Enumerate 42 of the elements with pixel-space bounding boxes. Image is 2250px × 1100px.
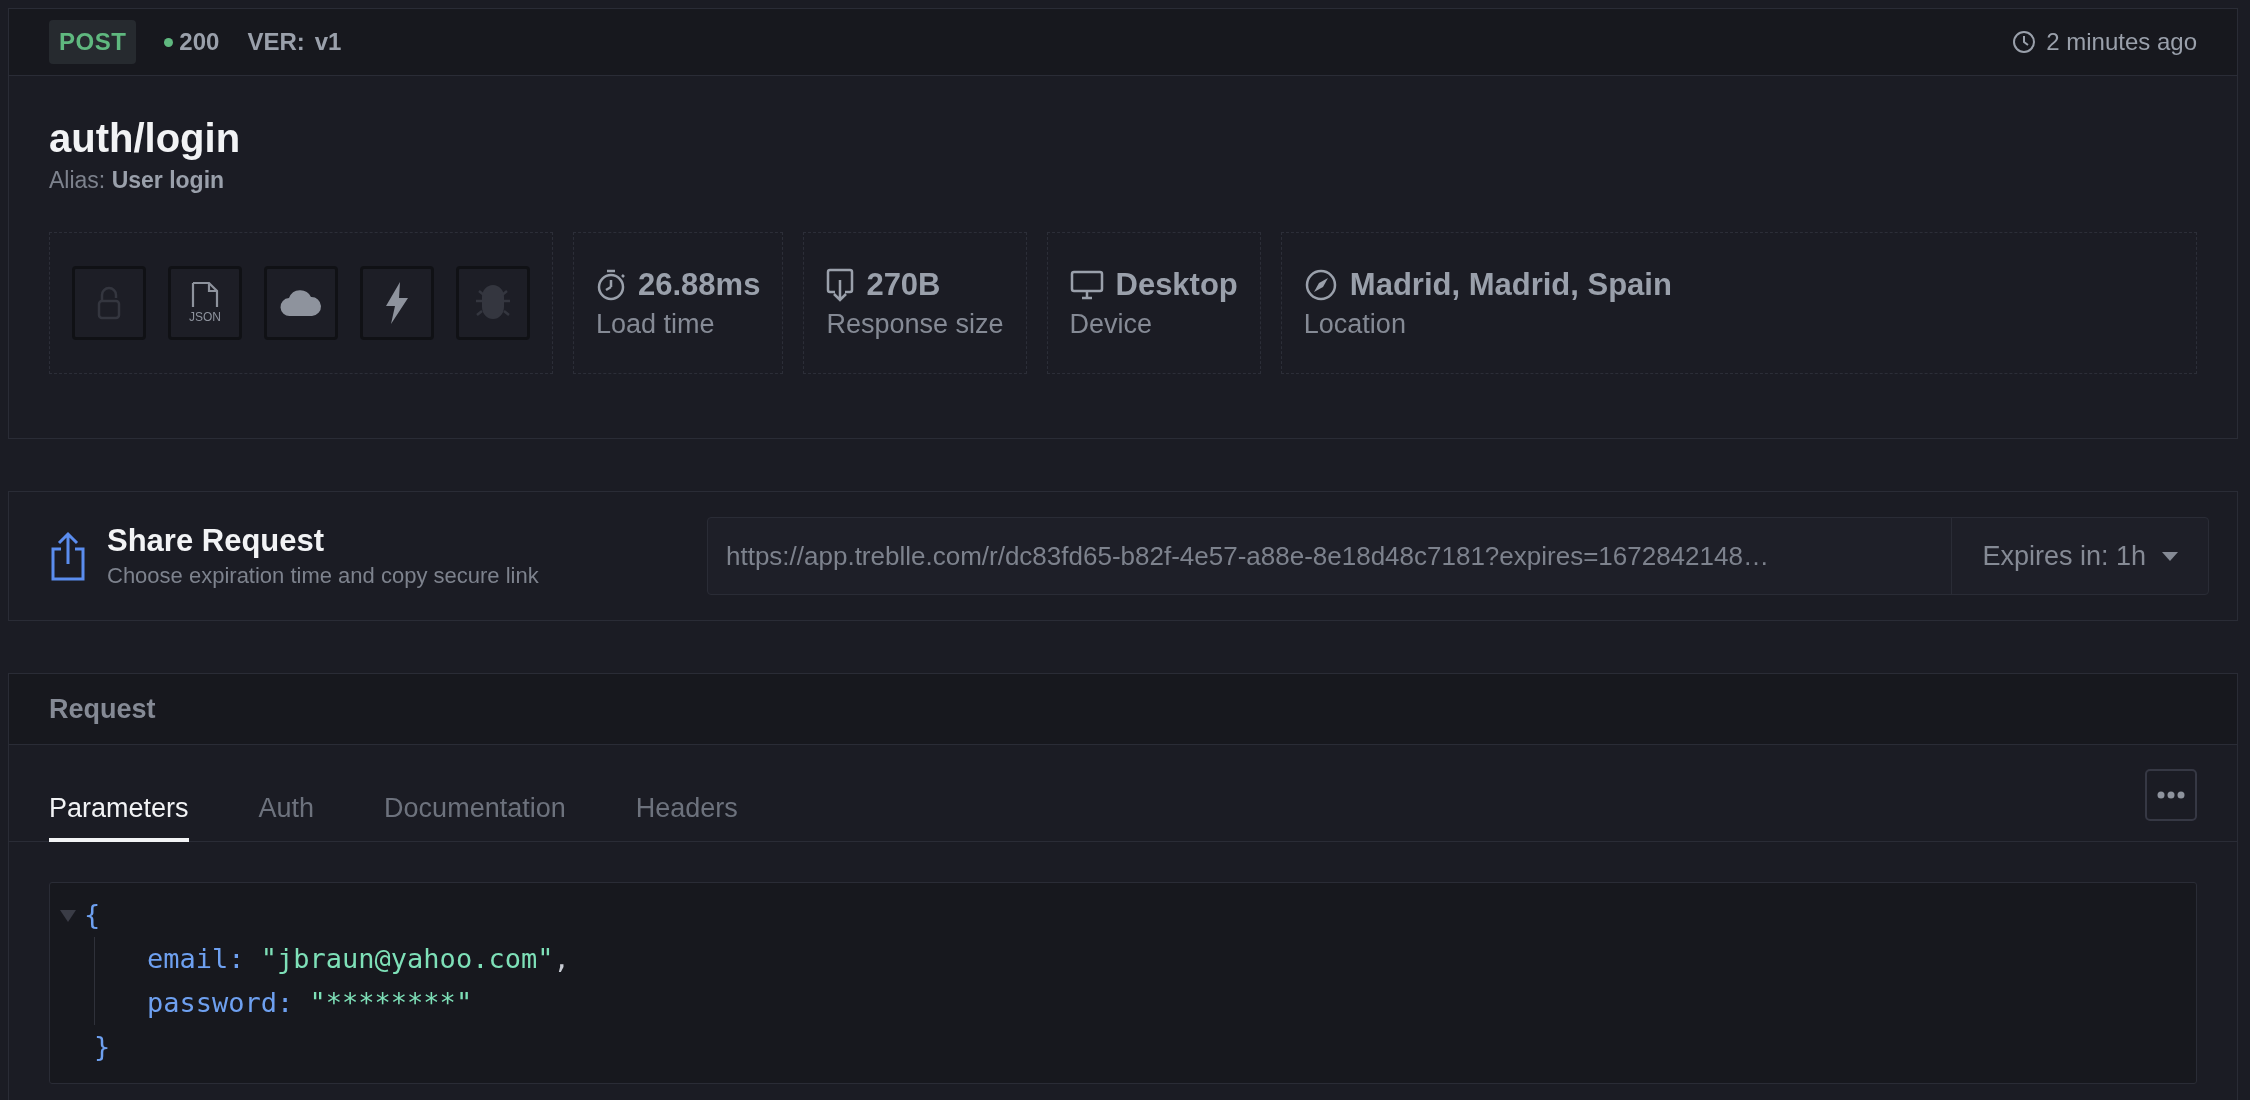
code-value: "jbraun@yahoo.com"	[260, 943, 554, 974]
version-value: v1	[314, 28, 342, 56]
code-value: "********"	[309, 987, 473, 1018]
alias-text: Alias: User login	[49, 167, 226, 194]
code-brace: }	[94, 1031, 111, 1062]
ellipsis-icon	[2157, 791, 2185, 799]
stat-label: Load time	[596, 308, 716, 340]
status-code: 200	[179, 28, 220, 56]
stat-value: 26.88ms	[638, 266, 761, 303]
stat-value: Madrid, Madrid, Spain	[1349, 266, 1672, 303]
lightning-bolt-icon	[385, 282, 409, 324]
stat-label: Device	[1069, 308, 1154, 340]
timestamp: 2 minutes ago	[2046, 28, 2197, 56]
code-brace: {	[84, 898, 101, 932]
code-key: email:	[147, 943, 245, 974]
stat-value: 270B	[866, 266, 941, 303]
lock-icon	[96, 286, 122, 320]
cloud-icon	[280, 289, 322, 317]
download-icon	[826, 267, 855, 302]
clock-icon	[2012, 30, 2037, 54]
version-label: VER:	[247, 28, 305, 56]
tab[interactable]: Headers	[635, 793, 738, 842]
share-icon	[49, 531, 87, 581]
tab[interactable]: Documentation	[384, 793, 566, 842]
code-punctuation: ,	[553, 943, 570, 974]
stat-value: Desktop	[1115, 266, 1238, 303]
stopwatch-icon	[596, 268, 626, 301]
collapse-toggle-icon[interactable]	[60, 907, 76, 923]
status-dot	[164, 37, 174, 47]
stat-label: Response size	[826, 308, 1004, 340]
code-key: password:	[147, 987, 294, 1018]
method-badge: POST	[49, 20, 137, 64]
section-title: Request	[49, 693, 156, 725]
endpoint-path: auth/login	[49, 116, 242, 161]
monitor-icon	[1069, 269, 1104, 300]
more-button[interactable]	[2145, 769, 2197, 821]
tab[interactable]: Parameters	[49, 793, 189, 842]
tab[interactable]: Auth	[258, 793, 315, 842]
stat-label: Location	[1303, 308, 1407, 340]
share-title: Share Request	[107, 523, 326, 559]
compass-icon	[1303, 267, 1338, 302]
share-subtitle: Choose expiration time and copy secure link	[107, 563, 540, 589]
